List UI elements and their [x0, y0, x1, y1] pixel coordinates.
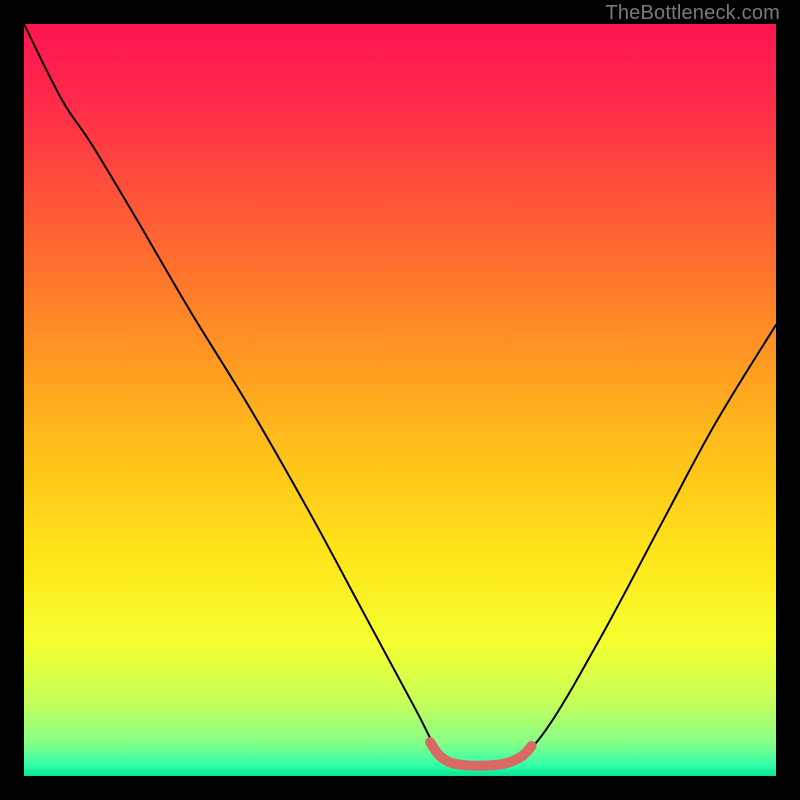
curve-layer — [24, 24, 776, 776]
chart-frame: TheBottleneck.com — [0, 0, 800, 800]
watermark-text: TheBottleneck.com — [605, 2, 780, 25]
optimal-zone-marker — [430, 742, 532, 766]
plot-area — [24, 24, 776, 776]
bottleneck-curve — [24, 24, 776, 766]
